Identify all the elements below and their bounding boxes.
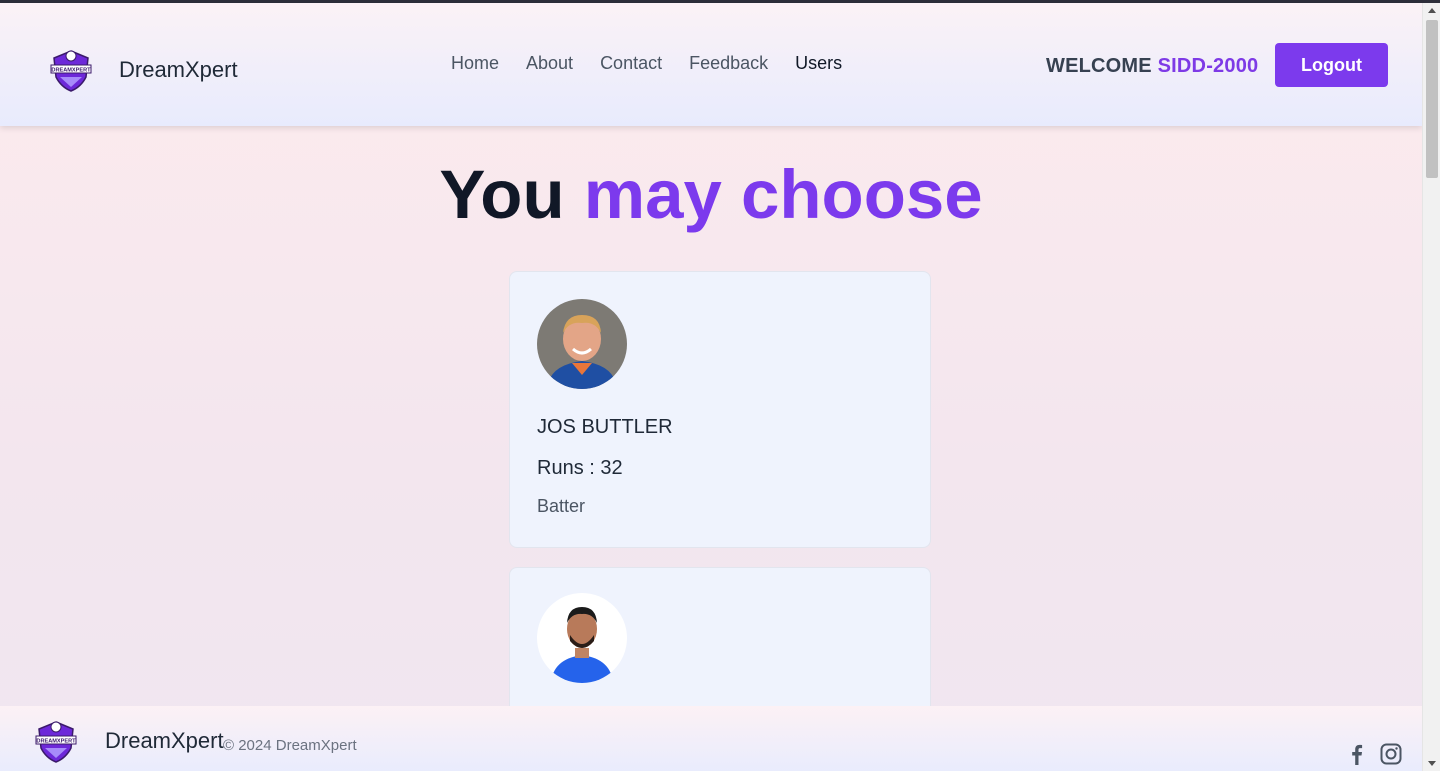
nav-users[interactable]: Users	[795, 53, 842, 74]
player-photo-icon	[537, 593, 627, 683]
player-role: Batter	[537, 496, 586, 516]
nav-home[interactable]: Home	[451, 53, 499, 74]
nav-feedback[interactable]: Feedback	[689, 53, 768, 74]
dreamxpert-logo-icon[interactable]: DREAMXPERT	[48, 47, 94, 93]
vertical-scrollbar[interactable]	[1422, 3, 1440, 771]
facebook-icon[interactable]	[1347, 743, 1365, 765]
logout-button[interactable]: Logout	[1275, 43, 1388, 87]
main-nav: Home About Contact Feedback Users	[451, 53, 869, 74]
page-title: You may choose	[0, 155, 1422, 234]
brand-name[interactable]: DreamXpert	[119, 57, 238, 83]
player-card[interactable]: JOS BUTTLER Runs : 32 Batter	[509, 271, 931, 548]
welcome-message: WELCOME SIDD-2000	[1046, 55, 1258, 78]
player-photo-icon	[537, 299, 627, 389]
welcome-prefix: WELCOME	[1046, 55, 1152, 77]
instagram-icon[interactable]	[1380, 743, 1402, 765]
scroll-down-icon[interactable]	[1428, 761, 1436, 766]
title-accent: may choose	[583, 156, 983, 233]
player-name: JOS BUTTLER	[537, 416, 673, 438]
welcome-username: SIDD-2000	[1157, 55, 1259, 77]
nav-about[interactable]: About	[526, 53, 573, 74]
site-header: DREAMXPERT DreamXpert Home About Contact…	[0, 3, 1422, 126]
logo-text: DREAMXPERT	[36, 739, 76, 745]
scroll-up-icon[interactable]	[1428, 8, 1436, 13]
footer-brand[interactable]: DreamXpert	[105, 728, 224, 754]
nav-contact[interactable]: Contact	[600, 53, 662, 74]
copyright-text: © 2024 DreamXpert	[223, 737, 357, 754]
scroll-thumb[interactable]	[1426, 20, 1438, 178]
title-plain: You	[439, 156, 565, 233]
player-runs: Runs : 32	[537, 457, 623, 479]
site-footer: DREAMXPERT DreamXpert © 2024 DreamXpert	[0, 706, 1422, 771]
logo-text: DREAMXPERT	[51, 68, 91, 74]
dreamxpert-logo-icon[interactable]: DREAMXPERT	[33, 718, 79, 764]
